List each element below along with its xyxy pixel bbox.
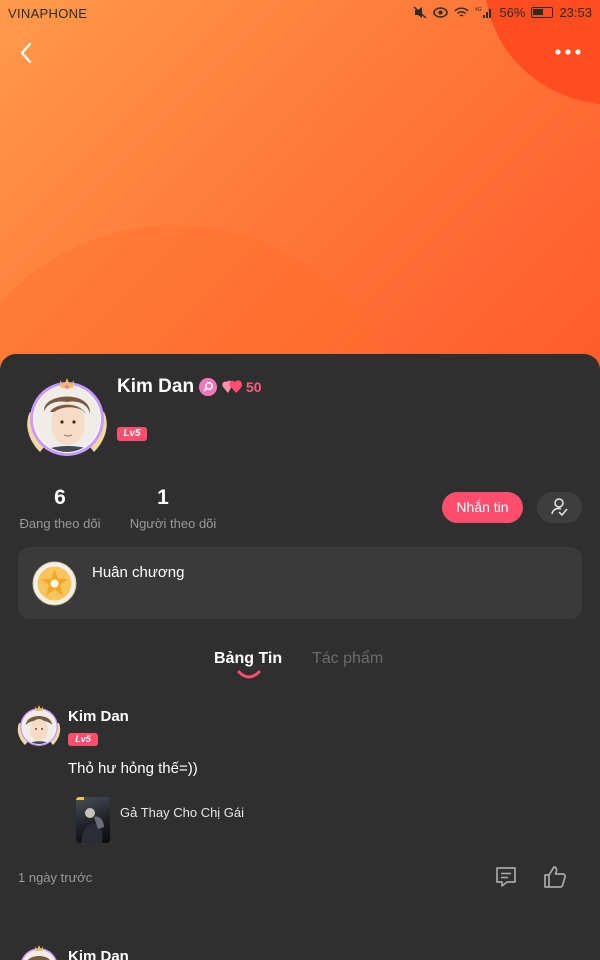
followers-count: 1	[157, 486, 169, 509]
svg-text:4G: 4G	[475, 7, 482, 13]
back-icon[interactable]	[14, 40, 40, 66]
stat-following[interactable]: 6 Đang theo dõi	[18, 486, 102, 531]
eye-icon	[433, 7, 449, 18]
post-author-avatar[interactable]	[16, 703, 62, 749]
following-count: 6	[54, 486, 66, 509]
battery-percent: 56%	[499, 5, 526, 20]
gender-badge-icon	[199, 378, 217, 396]
following-label: Đang theo dõi	[19, 516, 101, 531]
medals-label: Huân chương	[92, 564, 185, 581]
book-cover-art	[76, 797, 104, 843]
medal-icon	[32, 561, 77, 606]
book-cover-thumbnail[interactable]	[76, 797, 110, 843]
signal-icon: 4G	[475, 7, 492, 18]
comment-icon[interactable]	[494, 865, 518, 889]
profile-cover	[0, 0, 600, 380]
like-icon[interactable]	[542, 864, 568, 890]
tab-indicator	[237, 670, 261, 679]
tab-works[interactable]: Tác phẩm	[312, 650, 383, 668]
followers-label: Người theo dõi	[129, 516, 217, 531]
mute-icon	[413, 6, 427, 19]
profile-name: Kim Dan	[117, 376, 195, 397]
hearts-count: 50	[246, 379, 262, 395]
wifi-icon	[454, 7, 469, 17]
user-follow-icon	[551, 498, 568, 517]
carrier-name: VINAPHONE	[8, 6, 88, 21]
avatar[interactable]	[22, 372, 112, 462]
post-timestamp: 1 ngày trước	[18, 870, 93, 885]
book-title[interactable]: Gả Thay Cho Chị Gái	[120, 805, 244, 820]
status-icons: 4G 56% 23:53	[413, 5, 592, 20]
follow-button[interactable]	[537, 492, 582, 523]
post-author-level: Lv5	[68, 733, 98, 746]
hearts-icon	[222, 380, 242, 393]
status-bar: VINAPHONE 4G 56% 23:53	[0, 0, 600, 28]
post-text: Thỏ hư hỏng thế=))	[68, 760, 198, 777]
level-badge: Lv5	[117, 427, 147, 441]
stat-followers[interactable]: 1 Người theo dõi	[128, 486, 218, 531]
battery-icon	[531, 7, 554, 18]
post-author-name[interactable]: Kim Dan	[68, 708, 129, 725]
post-author-name[interactable]: Kim Dan	[68, 948, 129, 960]
medals-section[interactable]	[18, 547, 582, 619]
message-button[interactable]: Nhắn tin	[442, 492, 523, 523]
tab-feed[interactable]: Bảng Tin	[214, 650, 282, 668]
post-author-avatar[interactable]	[16, 943, 62, 960]
more-options-icon[interactable]	[552, 44, 584, 60]
clock: 23:53	[559, 5, 592, 20]
